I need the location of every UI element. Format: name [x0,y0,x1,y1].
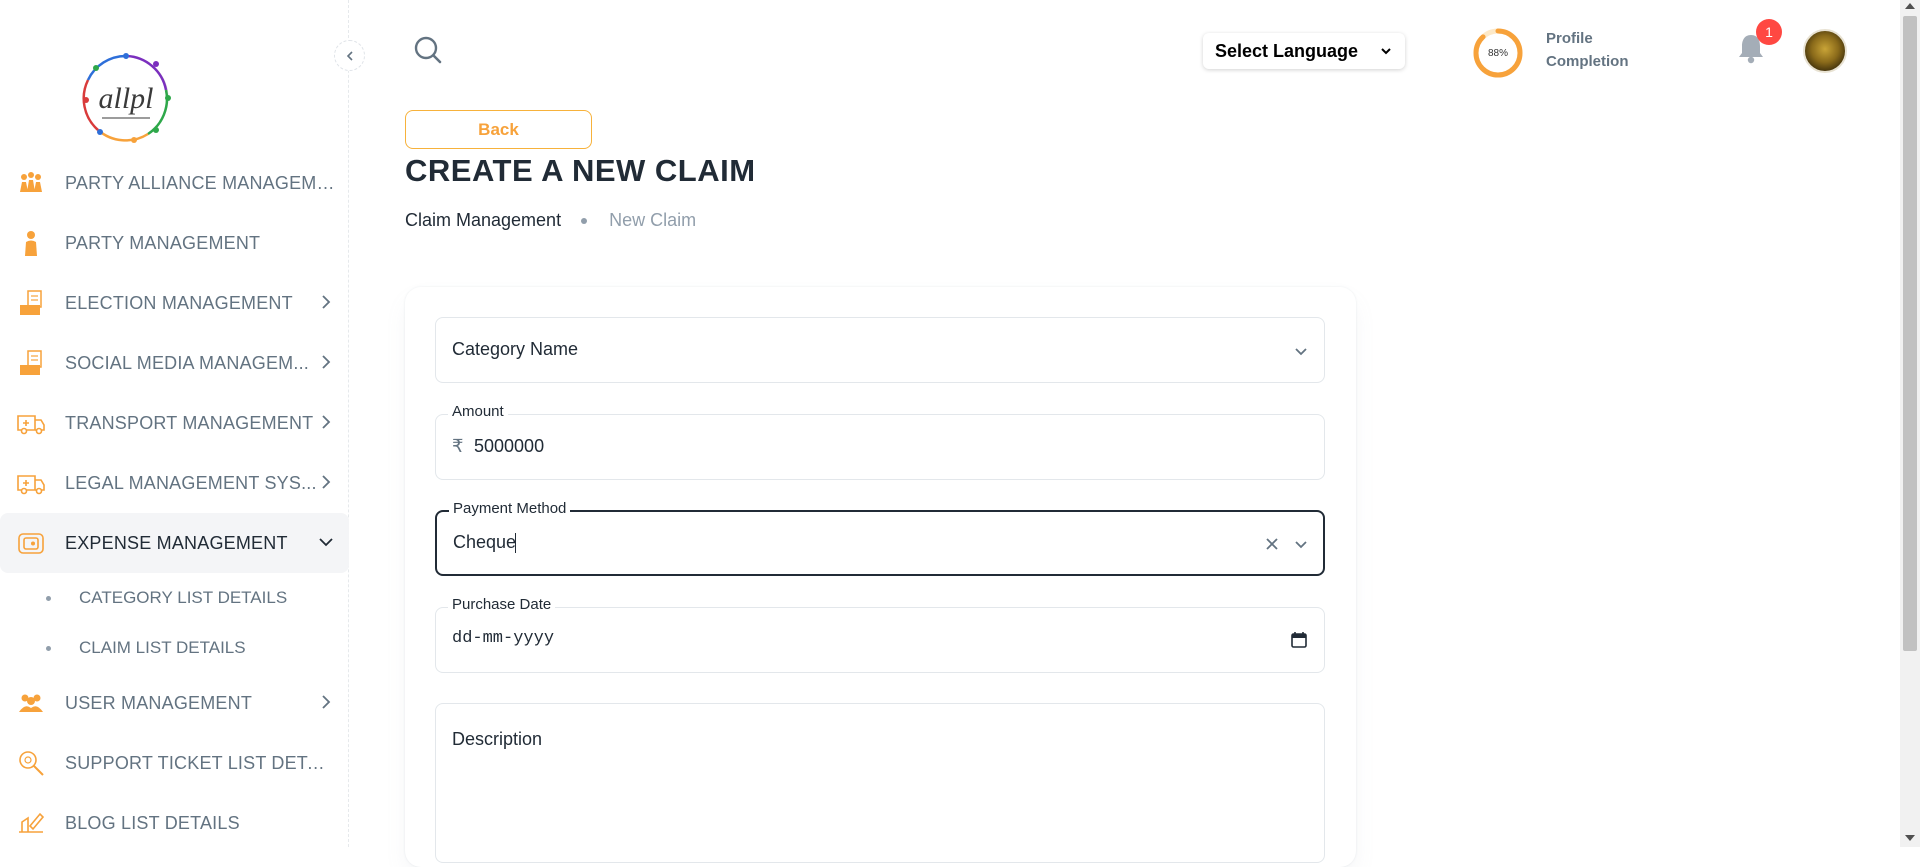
ballot-icon [20,290,42,315]
profile-completion-label: Profile Completion [1546,30,1629,70]
sidebar-item-label: LEGAL MANAGEMENT SYS... [65,472,317,493]
sidebar-item-label: PARTY MANAGEMENT [65,232,261,253]
back-button[interactable]: Back [405,110,592,149]
clear-icon[interactable] [1263,535,1281,553]
bullet-dot [46,595,51,601]
breadcrumb-new-claim: New Claim [609,210,697,230]
person-icon [25,231,37,256]
chevron-down-icon [1295,348,1307,356]
amount-label: Amount [448,403,508,420]
magnifier-ticket-icon [19,751,44,776]
sidebar-item-social-media[interactable]: SOCIAL MEDIA MANAGEM... [0,333,349,393]
chevron-down-icon [1381,48,1391,55]
scroll-down-arrow-icon[interactable] [1905,835,1915,841]
sidebar-item-election[interactable]: ELECTION MANAGEMENT [0,273,349,333]
sidebar-item-label: SOCIAL MEDIA MANAGEM... [65,352,309,373]
sidebar-item-expense[interactable]: EXPENSE MANAGEMENT [0,513,349,573]
amount-value: 5000000 [474,436,545,456]
sidebar-subitem-label: CATEGORY LIST DETAILS [79,588,288,607]
wallet-icon [18,533,44,554]
category-select[interactable]: Category Name [435,317,1325,383]
sidebar-item-party-alliance[interactable]: PARTY ALLIANCE MANAGEME... [0,153,349,213]
chevron-down-icon [319,538,333,547]
text-cursor [515,533,516,553]
payment-method-label: Payment Method [449,500,571,517]
sidebar-collapse-button[interactable] [334,40,365,71]
language-select-value: Select Language [1215,40,1359,61]
sidebar-nav: PARTY ALLIANCE MANAGEME... PARTY MANAGEM… [0,153,349,853]
sidebar-item-label: PARTY ALLIANCE MANAGEME... [65,172,335,193]
page-title: CREATE A NEW CLAIM [405,153,756,188]
purchase-date-label: Purchase Date [448,596,556,613]
sidebar-item-label: BLOG LIST DETAILS [65,812,240,833]
chevron-left-icon [346,50,353,61]
sidebar-subitem-label: CLAIM LIST DETAILS [79,638,246,657]
search-icon[interactable] [411,33,445,67]
chevron-right-icon [322,695,331,709]
payment-method-select[interactable]: Payment Method Cheque [435,500,1325,576]
sidebar-item-blog[interactable]: BLOG LIST DETAILS [0,793,349,853]
ambulance-icon [17,415,45,435]
sidebar-item-label: TRANSPORT MANAGEMENT [65,412,314,433]
sidebar-subitem-category-list[interactable]: CATEGORY LIST DETAILS [0,573,349,623]
chevron-right-icon [322,415,331,429]
description-textarea[interactable]: Description [435,703,1325,863]
purchase-date-placeholder: dd-mm-yyyy [452,629,555,648]
profile-progress-text: 88% [1487,47,1508,59]
scrollbar-thumb[interactable] [1903,16,1917,651]
chevron-down-icon[interactable] [1292,535,1310,553]
avatar[interactable] [1803,29,1847,73]
chevron-right-icon [322,475,331,489]
ballot-icon [20,350,42,375]
chevron-right-icon [322,355,331,369]
users-icon [19,694,43,712]
chevron-right-icon [322,295,331,309]
svg-text:allpl: allpl [98,82,153,115]
breadcrumb: Claim Management New Claim [405,210,696,231]
language-select[interactable]: Select Language [1203,33,1405,69]
sidebar-item-label: ELECTION MANAGEMENT [65,292,293,313]
sidebar-item-legal[interactable]: LEGAL MANAGEMENT SYS... [0,453,349,513]
blog-icon [19,812,45,833]
currency-symbol: ₹ [452,436,464,456]
logo: allpl [82,53,171,143]
calendar-icon[interactable] [1290,631,1308,649]
sidebar-item-transport[interactable]: TRANSPORT MANAGEMENT [0,393,349,453]
bullet-dot [46,645,51,651]
notification-badge: 1 [1756,19,1782,45]
sidebar-item-user[interactable]: USER MANAGEMENT [0,673,349,733]
breadcrumb-separator [581,217,588,224]
purchase-date-field[interactable]: Purchase Date dd-mm-yyyy [435,596,1325,673]
amount-field[interactable]: Amount ₹ 5000000 [435,403,1325,480]
people-group-icon [20,172,42,192]
sidebar-item-label: EXPENSE MANAGEMENT [65,532,288,553]
sidebar-item-label: SUPPORT TICKET LIST DETAILS [65,752,335,773]
scroll-up-arrow-icon[interactable] [1905,3,1915,9]
sidebar-subitem-claim-list[interactable]: CLAIM LIST DETAILS [0,623,349,673]
ambulance-icon [17,475,45,495]
payment-method-value: Cheque [453,532,517,552]
breadcrumb-claim-management[interactable]: Claim Management [405,210,561,231]
sidebar-item-label: USER MANAGEMENT [65,692,253,713]
description-placeholder: Description [452,729,543,749]
sidebar-item-support[interactable]: SUPPORT TICKET LIST DETAILS [0,733,349,793]
sidebar: allpl PARTY ALLIANCE MANAGEME... PARTY M… [0,0,349,847]
sidebar-item-party[interactable]: PARTY MANAGEMENT [0,213,349,273]
category-placeholder: Category Name [452,339,579,359]
